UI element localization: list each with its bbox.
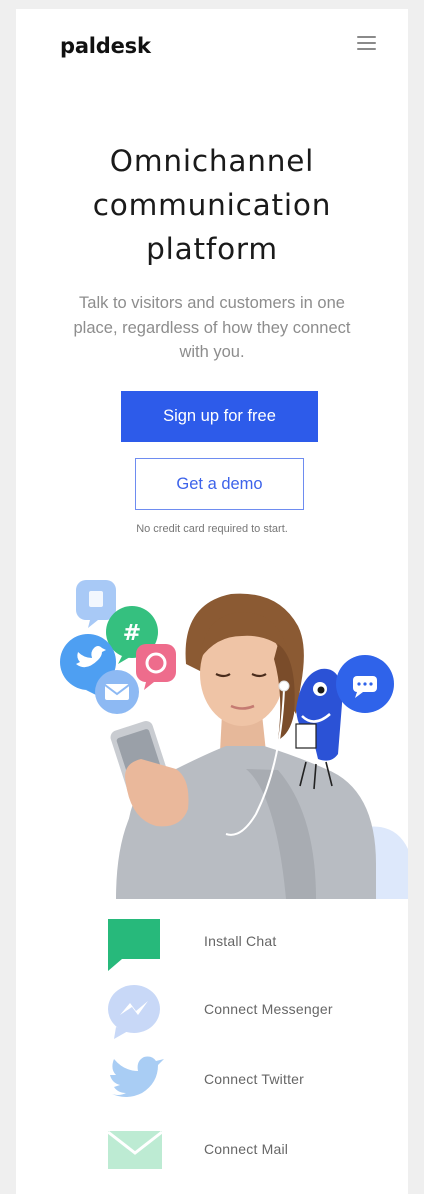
menu-line bbox=[357, 48, 376, 51]
channel-install-chat[interactable]: Install Chat bbox=[16, 915, 408, 971]
channel-label: Install Chat bbox=[204, 933, 277, 949]
svg-text:#: # bbox=[123, 621, 141, 646]
channel-connect-twitter[interactable]: Connect Twitter bbox=[16, 1053, 408, 1109]
get-demo-button[interactable]: Get a demo bbox=[135, 458, 304, 510]
channel-label: Connect Mail bbox=[204, 1141, 289, 1157]
illustration-svg: # bbox=[60, 580, 408, 899]
channel-connect-messenger[interactable]: Connect Messenger bbox=[16, 983, 408, 1039]
logo[interactable]: paldesk bbox=[60, 34, 151, 58]
signup-button[interactable]: Sign up for free bbox=[121, 391, 318, 442]
menu-line bbox=[357, 42, 376, 45]
hero-subtitle-line: place, regardless of how they connect bbox=[73, 318, 351, 337]
channel-connect-mail[interactable]: Connect Mail bbox=[16, 1123, 408, 1179]
messenger-icon bbox=[108, 985, 160, 1039]
chat-bubble-icon bbox=[336, 655, 394, 713]
hero-subtitle-line: Talk to visitors and customers in one bbox=[79, 294, 345, 312]
hero-subtitle-line: with you. bbox=[179, 343, 245, 361]
hero-title-line: communication bbox=[92, 188, 332, 222]
earphone bbox=[278, 680, 290, 692]
hamburger-menu-icon[interactable] bbox=[354, 33, 380, 53]
no-credit-card-note: No credit card required to start. bbox=[136, 523, 288, 535]
channel-label: Connect Twitter bbox=[204, 1071, 305, 1087]
chat-icon bbox=[108, 919, 160, 971]
hero-title-line: Omnichannel bbox=[109, 144, 315, 178]
menu-line bbox=[357, 36, 376, 39]
viber-icon bbox=[136, 644, 176, 690]
hero-title-line: platform bbox=[146, 232, 278, 266]
twitter-icon bbox=[110, 1056, 164, 1097]
header: paldesk bbox=[16, 9, 408, 83]
channel-label: Connect Messenger bbox=[204, 1001, 333, 1017]
mail-icon bbox=[107, 1130, 163, 1169]
hero-title: Omnichannel communication platform bbox=[46, 139, 378, 271]
hero-illustration: # bbox=[16, 564, 408, 909]
landing-page: paldesk Omnichannel communication platfo… bbox=[16, 9, 408, 1194]
hero-subtitle: Talk to visitors and customers in one pl… bbox=[56, 291, 368, 365]
mail-icon bbox=[95, 670, 139, 714]
